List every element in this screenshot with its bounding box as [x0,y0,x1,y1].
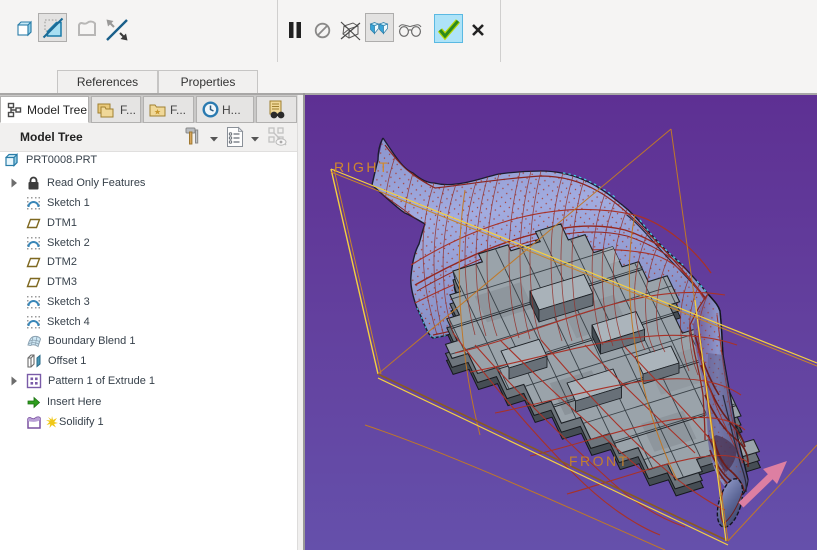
svg-text:FRONT: FRONT [569,453,630,469]
svg-text:RIGHT: RIGHT [334,159,390,175]
